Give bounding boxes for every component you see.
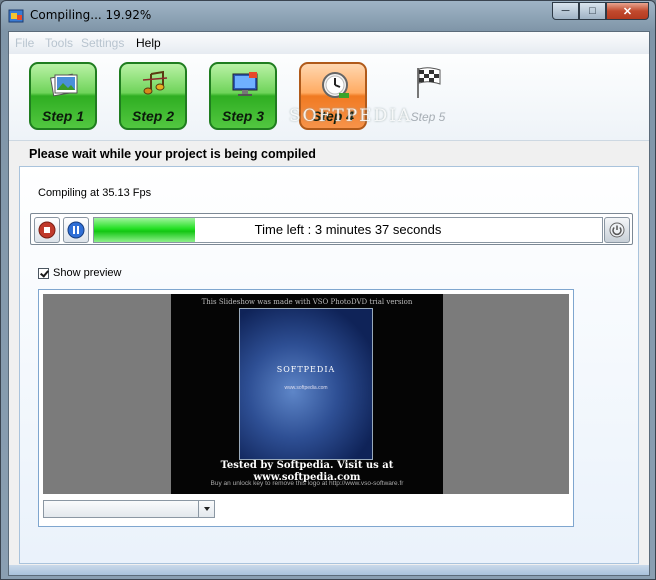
status-bar — [9, 565, 649, 575]
music-icon — [142, 70, 168, 95]
power-button[interactable] — [604, 217, 630, 243]
step-2-button[interactable]: Step 2 — [119, 62, 187, 130]
show-preview-checkbox[interactable]: Show preview — [38, 267, 121, 279]
menu-help[interactable]: Help — [136, 36, 161, 50]
cover-url: www.softpedia.com — [284, 385, 328, 391]
step-label: Step 3 — [221, 108, 264, 124]
power-icon — [609, 222, 625, 238]
close-button[interactable]: ✕ — [606, 2, 649, 20]
photos-icon — [50, 73, 78, 97]
checkered-flag-icon — [417, 67, 441, 98]
softpedia-watermark: SOFTPEDIA — [289, 106, 413, 126]
page-heading: Please wait while your project is being … — [29, 147, 316, 161]
app-icon — [8, 9, 24, 23]
stop-button[interactable] — [34, 217, 60, 243]
step-label: Step 1 — [41, 108, 84, 124]
cover-title: SOFTPEDIA — [276, 365, 336, 374]
title-bar[interactable]: Compiling... 19.92% ─ □ ✕ — [1, 1, 655, 31]
monitor-icon — [232, 72, 258, 96]
minimize-button[interactable]: ─ — [552, 2, 579, 20]
dvd-cover-image: SOFTPEDIA www.softpedia.com — [239, 308, 373, 460]
time-left-text: Time left : 3 minutes 37 seconds — [254, 222, 442, 237]
progress-toolbar: Time left : 3 minutes 37 seconds — [30, 213, 633, 245]
caption-buttons: ─ □ ✕ — [552, 2, 649, 20]
menu-file[interactable]: File — [15, 36, 34, 50]
preview-dropdown[interactable] — [43, 500, 215, 518]
step-label: Step 2 — [131, 108, 174, 124]
menu-tools[interactable]: Tools — [45, 36, 73, 50]
tested-line-1: Tested by Softpedia. Visit us at — [220, 460, 394, 471]
video-preview: This Slideshow was made with VSO PhotoDV… — [171, 294, 443, 494]
steps-toolbar: Step 1 Step 2 Step 3 Step 4 Step 5 SOFTP… — [9, 54, 649, 141]
window-title: Compiling... 19.92% — [30, 8, 152, 22]
pause-icon — [67, 221, 85, 239]
trial-notice-text: This Slideshow was made with VSO PhotoDV… — [201, 298, 413, 306]
pause-button[interactable] — [63, 217, 89, 243]
step-3-button[interactable]: Step 3 — [209, 62, 277, 130]
client-area: File Tools Settings Help Step 1 Step 2 S… — [8, 31, 650, 576]
menu-settings[interactable]: Settings — [81, 36, 124, 50]
step-1-button[interactable]: Step 1 — [29, 62, 97, 130]
app-window: Compiling... 19.92% ─ □ ✕ File Tools Set… — [0, 0, 656, 580]
menu-bar: File Tools Settings Help — [9, 32, 649, 54]
compile-panel: Compiling at 35.13 Fps Time left: 3 min… — [19, 166, 639, 564]
minimize-icon: ─ — [561, 5, 570, 17]
compiling-fps-text: Compiling at 35.13 Fps — [38, 187, 152, 199]
close-icon: ✕ — [622, 5, 633, 18]
progress-track: Time left : 3 minutes 37 seconds — [93, 217, 603, 243]
maximize-button[interactable]: □ — [579, 2, 606, 20]
preview-area: This Slideshow was made with VSO PhotoDV… — [43, 294, 569, 494]
stop-icon — [38, 221, 56, 239]
maximize-icon: □ — [589, 5, 596, 17]
unlock-notice-text: Buy an unlock key to remove this logo at… — [210, 480, 404, 487]
checkbox-box[interactable] — [38, 267, 49, 279]
checkbox-label: Show preview — [53, 267, 122, 279]
preview-frame: This Slideshow was made with VSO PhotoDV… — [38, 289, 574, 527]
clock-icon — [322, 72, 349, 98]
chevron-down-icon[interactable] — [198, 501, 214, 517]
